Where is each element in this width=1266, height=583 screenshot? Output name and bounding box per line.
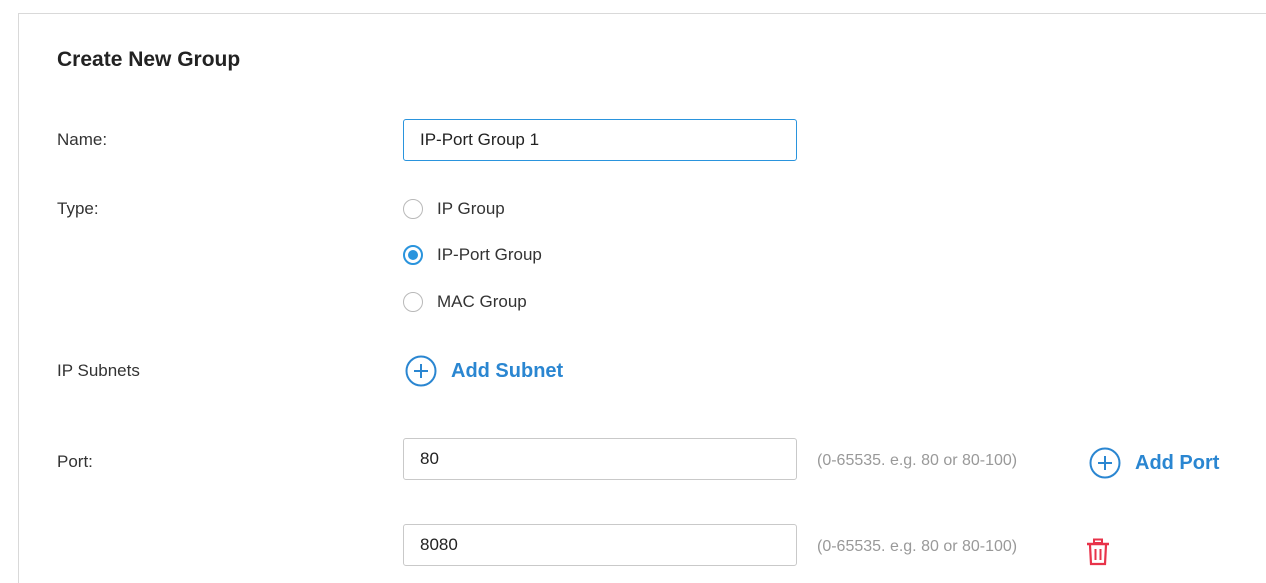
add-port-button[interactable]: Add Port — [1089, 447, 1219, 479]
delete-port-button[interactable] — [1086, 538, 1110, 566]
radio-mac-group[interactable]: MAC Group — [403, 290, 527, 314]
radio-label-ip-group: IP Group — [437, 199, 505, 218]
form-panel — [18, 13, 1266, 583]
add-port-label: Add Port — [1135, 451, 1220, 474]
port-input-2[interactable] — [403, 524, 797, 566]
radio-button-mac-group[interactable] — [403, 292, 423, 312]
port-label: Port: — [57, 452, 93, 471]
trash-icon — [1086, 538, 1110, 570]
radio-ip-port-group[interactable]: IP-Port Group — [403, 243, 542, 267]
port-hint-2: (0-65535. e.g. 80 or 80-100) — [817, 538, 1018, 555]
name-input[interactable] — [403, 119, 797, 161]
add-subnet-button[interactable]: Add Subnet — [405, 355, 563, 387]
radio-label-mac-group: MAC Group — [437, 292, 527, 311]
port-hint-1: (0-65535. e.g. 80 or 80-100) — [817, 452, 1018, 469]
radio-ip-group[interactable]: IP Group — [403, 197, 505, 221]
plus-circle-icon — [1089, 447, 1121, 479]
ip-subnets-label: IP Subnets — [57, 361, 140, 380]
add-subnet-label: Add Subnet — [451, 359, 564, 382]
radio-button-ip-group[interactable] — [403, 199, 423, 219]
port-input-1[interactable] — [403, 438, 797, 480]
radio-button-ip-port-group[interactable] — [403, 245, 423, 265]
type-label: Type: — [57, 199, 99, 218]
plus-circle-icon — [405, 355, 437, 387]
radio-label-ip-port-group: IP-Port Group — [437, 245, 542, 264]
page-title: Create New Group — [57, 48, 241, 71]
name-label: Name: — [57, 130, 108, 149]
